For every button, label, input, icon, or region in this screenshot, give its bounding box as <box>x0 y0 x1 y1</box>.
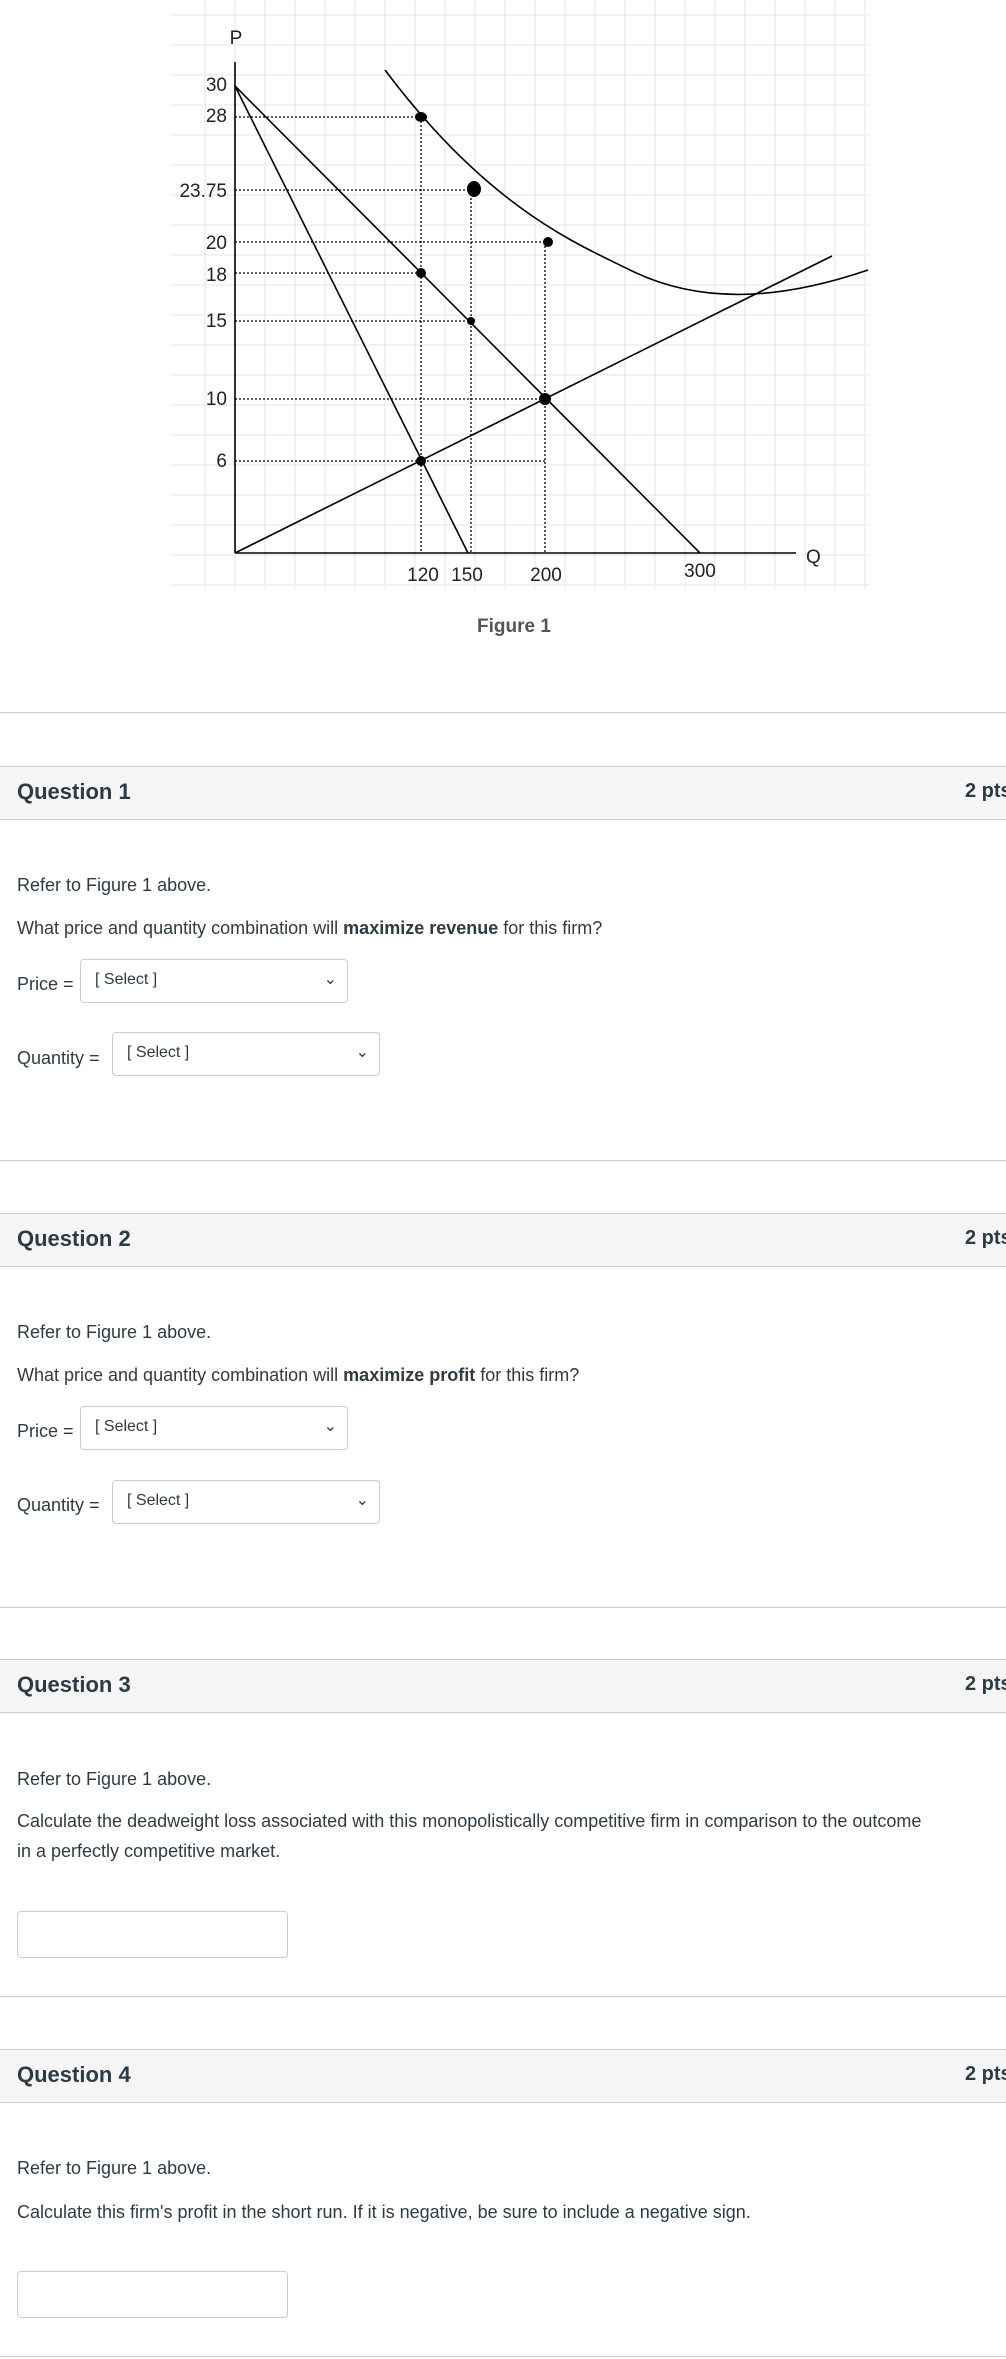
q-axis-label: Q <box>806 547 821 568</box>
question-intro: Refer to Figure 1 above. <box>17 2158 212 2178</box>
section-divider <box>0 712 1006 713</box>
chevron-down-icon: ⌄ <box>323 1418 337 1435</box>
chevron-down-icon: ⌄ <box>323 971 337 988</box>
quantity-label: Quantity = <box>17 1495 100 1515</box>
question-intro: Refer to Figure 1 above. <box>17 1769 212 1789</box>
y-tick-label: 6 <box>216 451 227 472</box>
select-placeholder: [ Select ] <box>127 1492 190 1509</box>
question-prompt: Calculate this firm's profit in the shor… <box>17 2202 751 2222</box>
x-tick-label: 120 <box>407 565 439 586</box>
answer-input[interactable] <box>17 2271 288 2318</box>
select-placeholder: [ Select ] <box>127 1044 190 1061</box>
question-prompt: Calculate the deadweight loss associated… <box>17 1811 922 1831</box>
guide-lines <box>235 116 548 553</box>
average-total-cost-curve <box>384 69 869 296</box>
y-tick-label: 18 <box>206 265 227 286</box>
graph-grid <box>170 0 870 590</box>
price-label: Price = <box>17 974 74 994</box>
x-tick-label: 300 <box>684 561 716 582</box>
section-divider <box>0 2356 1006 2357</box>
question-points: 2 pts <box>965 1673 1006 1695</box>
y-tick-label: 23.75 <box>179 181 227 202</box>
answer-input[interactable] <box>17 1911 288 1958</box>
section-divider <box>0 1996 1006 1997</box>
question-points: 2 pts <box>965 2063 1006 2085</box>
question-points: 2 pts <box>965 780 1006 802</box>
figure-1-graph: P Q 30 28 23.75 20 18 15 10 6 120 150 20… <box>170 0 870 590</box>
price-select[interactable]: [ Select ] ⌄ <box>80 1406 348 1450</box>
y-tick-label: 30 <box>206 75 227 96</box>
question-prompt: in a perfectly competitive market. <box>17 1841 281 1861</box>
quantity-select[interactable]: [ Select ] ⌄ <box>112 1032 380 1076</box>
figure-caption: Figure 1 <box>477 616 551 637</box>
y-tick-label: 15 <box>206 311 227 332</box>
x-tick-label: 150 <box>451 565 483 586</box>
question-prompt: What price and quantity combination will… <box>17 1365 580 1385</box>
price-select[interactable]: [ Select ] ⌄ <box>80 959 348 1003</box>
question-3-header: Question 3 2 pts <box>0 1659 1006 1713</box>
y-tick-label: 10 <box>206 389 227 410</box>
y-tick-label: 28 <box>206 106 227 127</box>
question-points: 2 pts <box>965 1227 1006 1249</box>
question-intro: Refer to Figure 1 above. <box>17 875 212 895</box>
question-intro: Refer to Figure 1 above. <box>17 1322 212 1342</box>
question-title: Question 2 <box>17 1226 131 1251</box>
select-placeholder: [ Select ] <box>95 971 158 988</box>
marginal-revenue-curve <box>234 85 469 554</box>
section-divider <box>0 1607 1006 1608</box>
p-axis-label: P <box>230 28 243 49</box>
question-title: Question 4 <box>17 2062 131 2087</box>
figure-1: P Q 30 28 23.75 20 18 15 10 6 120 150 20… <box>0 0 1006 660</box>
question-prompt: What price and quantity combination will… <box>17 918 603 938</box>
question-1-header: Question 1 2 pts <box>0 766 1006 820</box>
price-label: Price = <box>17 1421 74 1441</box>
question-4-header: Question 4 2 pts <box>0 2049 1006 2103</box>
select-placeholder: [ Select ] <box>95 1418 158 1435</box>
chevron-down-icon: ⌄ <box>355 1492 369 1509</box>
quantity-label: Quantity = <box>17 1048 100 1068</box>
section-divider <box>0 1160 1006 1161</box>
x-tick-label: 200 <box>530 565 562 586</box>
question-title: Question 1 <box>17 779 131 804</box>
y-tick-label: 20 <box>206 233 227 254</box>
question-2-header: Question 2 2 pts <box>0 1213 1006 1267</box>
quantity-select[interactable]: [ Select ] ⌄ <box>112 1480 380 1524</box>
chevron-down-icon: ⌄ <box>355 1044 369 1061</box>
question-title: Question 3 <box>17 1672 131 1697</box>
